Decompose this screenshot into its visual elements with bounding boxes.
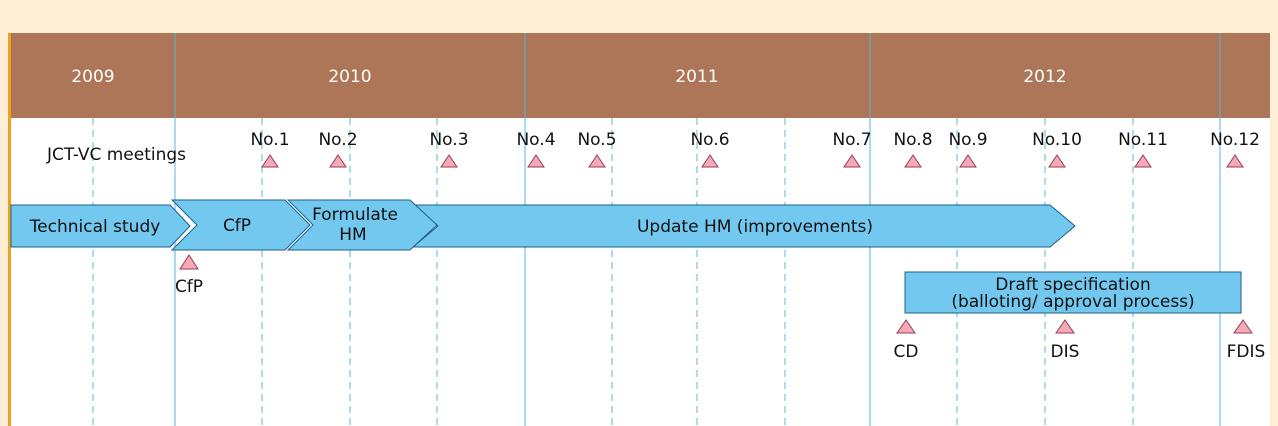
year-bar <box>11 33 1270 118</box>
draft-label-line2: (balloting/ approval process) <box>951 292 1194 312</box>
milestone-label-fdis: FDIS <box>1227 342 1266 362</box>
year-label-2009: 2009 <box>71 67 114 87</box>
meeting-label: No.10 <box>1032 130 1082 150</box>
meetings-label: JCT-VC meetings <box>46 145 186 165</box>
phase-label-technical-study: Technical study <box>29 217 161 237</box>
meeting-label: No.4 <box>516 130 555 150</box>
meeting-label: No.12 <box>1210 130 1260 150</box>
meeting-label: No.2 <box>318 130 357 150</box>
phase-label-update-hm: Update HM (improvements) <box>637 217 873 237</box>
phase-label-formulate-hm-line1: Formulate <box>312 205 398 225</box>
meeting-label: No.7 <box>832 130 871 150</box>
meeting-label: No.5 <box>577 130 616 150</box>
meeting-label: No.1 <box>250 130 289 150</box>
year-label-2012: 2012 <box>1023 67 1066 87</box>
phase-label-formulate-hm-line2: HM <box>339 225 366 245</box>
year-label-2011: 2011 <box>675 67 718 87</box>
phase-label-cfp: CfP <box>223 216 251 236</box>
timeline-diagram: 2009 2010 2011 2012 JCT-VC meetings No.1… <box>0 0 1278 426</box>
meeting-label: No.6 <box>690 130 729 150</box>
meeting-label: No.9 <box>948 130 987 150</box>
milestone-label-cd: CD <box>894 342 919 362</box>
milestone-label-cfp: CfP <box>175 277 203 297</box>
meeting-label: No.11 <box>1118 130 1168 150</box>
timeline-svg: 2009 2010 2011 2012 JCT-VC meetings No.1… <box>0 0 1278 426</box>
year-label-2010: 2010 <box>328 67 371 87</box>
meeting-label: No.8 <box>893 130 932 150</box>
milestone-label-dis: DIS <box>1051 342 1080 362</box>
meeting-label: No.3 <box>429 130 468 150</box>
